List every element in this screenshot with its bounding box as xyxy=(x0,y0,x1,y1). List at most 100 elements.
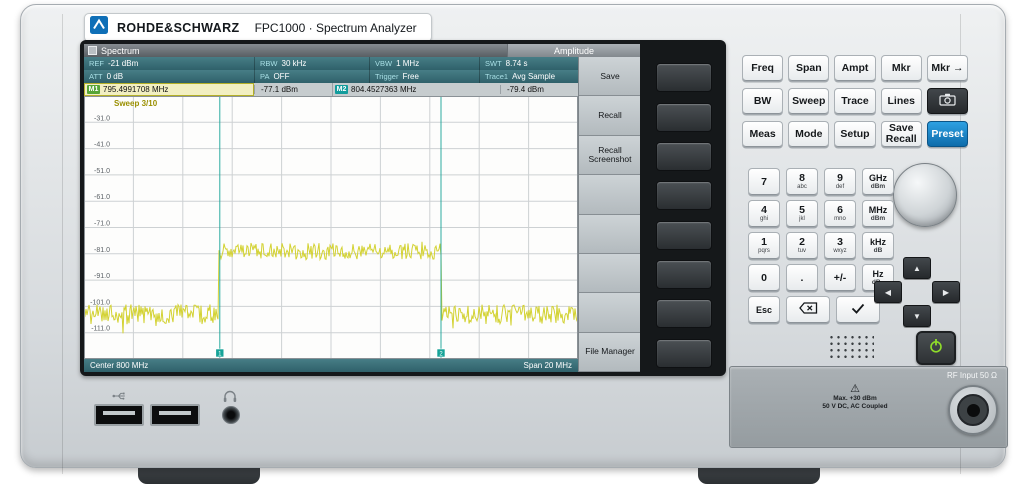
right-arrow-key[interactable]: ▶ xyxy=(932,281,960,303)
key-sweep[interactable]: Sweep xyxy=(788,88,829,114)
key-trace[interactable]: Trace xyxy=(834,88,875,114)
spectrum-trace-chart: -31.0-41.0-51.0-61.0-71.0-81.0-91.0-101.… xyxy=(84,96,578,359)
status-trace1: Trace1Avg Sample xyxy=(479,70,578,83)
svg-text:-91.0: -91.0 xyxy=(94,273,110,280)
warning-line-1: Max. +30 dBm xyxy=(800,395,910,403)
marker-m2-badge: M2 xyxy=(335,85,348,94)
screen-tab-title: Spectrum xyxy=(101,46,140,56)
screen-titlebar: Spectrum Amplitude xyxy=(84,44,640,57)
rotary-knob[interactable] xyxy=(893,163,957,227)
svg-text:-31.0: -31.0 xyxy=(94,115,110,122)
power-icon xyxy=(928,338,944,359)
key-mkr[interactable]: Mkr → xyxy=(927,55,968,81)
model-text: FPC1000 · Spectrum Analyzer xyxy=(255,21,417,35)
camera-key[interactable] xyxy=(927,88,968,114)
key-1[interactable]: 1pqrs xyxy=(748,232,780,259)
softkey-button-6[interactable] xyxy=(656,260,712,289)
warning-notice: ⚠ Max. +30 dBm 50 V DC, AC Coupled xyxy=(800,383,910,411)
active-menu-segment: Amplitude xyxy=(507,44,640,57)
key-8[interactable]: 8abc xyxy=(786,168,818,195)
spectrum-tab-icon xyxy=(88,46,97,55)
status-label: SWT xyxy=(485,59,502,68)
key-meas[interactable]: Meas xyxy=(742,121,783,147)
backspace-icon xyxy=(799,301,818,319)
key-preset[interactable]: Preset xyxy=(927,121,968,147)
key-mhz[interactable]: MHzdBm xyxy=(862,200,894,227)
headphone-jack xyxy=(222,406,240,424)
sweep-counter: Sweep 3/10 xyxy=(114,99,157,108)
key-4[interactable]: 4ghi xyxy=(748,200,780,227)
key-blank[interactable]: . xyxy=(786,264,818,291)
status-label: RBW xyxy=(260,59,278,68)
usb-port-1 xyxy=(94,404,144,426)
key-khz[interactable]: kHzdB xyxy=(862,232,894,259)
marker-m1-badge: M1 xyxy=(87,85,100,94)
rf-connector-pin xyxy=(967,404,980,417)
status-swt: SWT8.74 s xyxy=(479,57,578,70)
softkey-button-3[interactable] xyxy=(656,142,712,171)
key-7[interactable]: 7 xyxy=(748,168,780,195)
key-freq[interactable]: Freq xyxy=(742,55,783,81)
screen-bezel: Spectrum Amplitude REF-21 dBmRBW30 kHzVB… xyxy=(80,40,726,376)
softkey-button-7[interactable] xyxy=(656,299,712,328)
softkey-button-5[interactable] xyxy=(656,221,712,250)
svg-text:-81.0: -81.0 xyxy=(94,247,110,254)
key-bw[interactable]: BW xyxy=(742,88,783,114)
status-trigger: TriggerFree xyxy=(369,70,479,83)
softkey-label-blank-4 xyxy=(579,175,640,214)
lcd-screen: Spectrum Amplitude REF-21 dBmRBW30 kHzVB… xyxy=(84,44,640,372)
up-arrow-key[interactable]: ▲ xyxy=(903,257,931,279)
active-menu-label: Amplitude xyxy=(554,46,594,56)
rf-connector xyxy=(948,385,998,435)
key-lines[interactable]: Lines xyxy=(881,88,922,114)
key-2[interactable]: 2tuv xyxy=(786,232,818,259)
key-ampt[interactable]: Ampt xyxy=(834,55,875,81)
status-label: Trigger xyxy=(375,72,398,81)
key-setup[interactable]: Setup xyxy=(834,121,875,147)
brand-badge: ROHDE&SCHWARZ FPC1000 · Spectrum Analyze… xyxy=(84,13,432,42)
center-frequency-label: Center 800 MHz xyxy=(90,361,148,370)
key-0[interactable]: 0 xyxy=(748,264,780,291)
svg-text:-61.0: -61.0 xyxy=(94,194,110,201)
softkey-label-file-manager: File Manager xyxy=(579,333,640,372)
rs-logo xyxy=(90,16,108,39)
check-icon xyxy=(851,301,865,319)
key-5[interactable]: 5jkl xyxy=(786,200,818,227)
key-span[interactable]: Span xyxy=(788,55,829,81)
key-6[interactable]: 6mno xyxy=(824,200,856,227)
softkey-button-4[interactable] xyxy=(656,181,712,210)
speaker-grille xyxy=(828,334,874,360)
key-mkr[interactable]: Mkr xyxy=(881,55,922,81)
marker-m2-level: -79.4 dBm xyxy=(500,85,578,94)
key-3[interactable]: 3wxyz xyxy=(824,232,856,259)
function-key-area: FreqSpanAmptMkrMkr → BWSweepTraceLines Mea… xyxy=(742,55,968,154)
softkey-button-1[interactable] xyxy=(656,63,712,92)
spectrum-plot: -31.0-41.0-51.0-61.0-71.0-81.0-91.0-101.… xyxy=(84,96,578,359)
softkey-label-save: Save xyxy=(579,57,640,96)
key-ghz[interactable]: GHzdBm xyxy=(862,168,894,195)
svg-text:-51.0: -51.0 xyxy=(94,168,110,175)
svg-text:-71.0: -71.0 xyxy=(94,221,110,228)
warning-line-2: 50 V DC, AC Coupled xyxy=(800,403,910,411)
arrow-key-cluster: ▲◀ ▶▼ xyxy=(874,257,958,325)
usb-port-2 xyxy=(150,404,200,426)
power-button[interactable] xyxy=(916,331,956,365)
key-esc[interactable]: Esc xyxy=(748,296,780,323)
key-save-recall[interactable]: Save Recall xyxy=(881,121,922,147)
status-label: Trace1 xyxy=(485,72,508,81)
svg-text:-101.0: -101.0 xyxy=(90,299,110,306)
left-arrow-key[interactable]: ◀ xyxy=(874,281,902,303)
instrument-front-panel: ROHDE&SCHWARZ FPC1000 · Spectrum Analyze… xyxy=(0,0,1024,488)
status-label: VBW xyxy=(375,59,392,68)
down-arrow-key[interactable]: ▼ xyxy=(903,305,931,327)
backspace-key[interactable] xyxy=(786,296,830,323)
marker-m2-frequency: 804.4527363 MHz xyxy=(351,85,416,94)
softkey-button-8[interactable] xyxy=(656,339,712,368)
status-vbw: VBW1 MHz xyxy=(369,57,479,70)
key-blank[interactable]: +/- xyxy=(824,264,856,291)
softkey-button-2[interactable] xyxy=(656,103,712,132)
warning-icon: ⚠ xyxy=(800,383,910,395)
key-9[interactable]: 9def xyxy=(824,168,856,195)
marker-m1-readout: M1 795.4991708 MHz xyxy=(84,83,254,96)
key-mode[interactable]: Mode xyxy=(788,121,829,147)
